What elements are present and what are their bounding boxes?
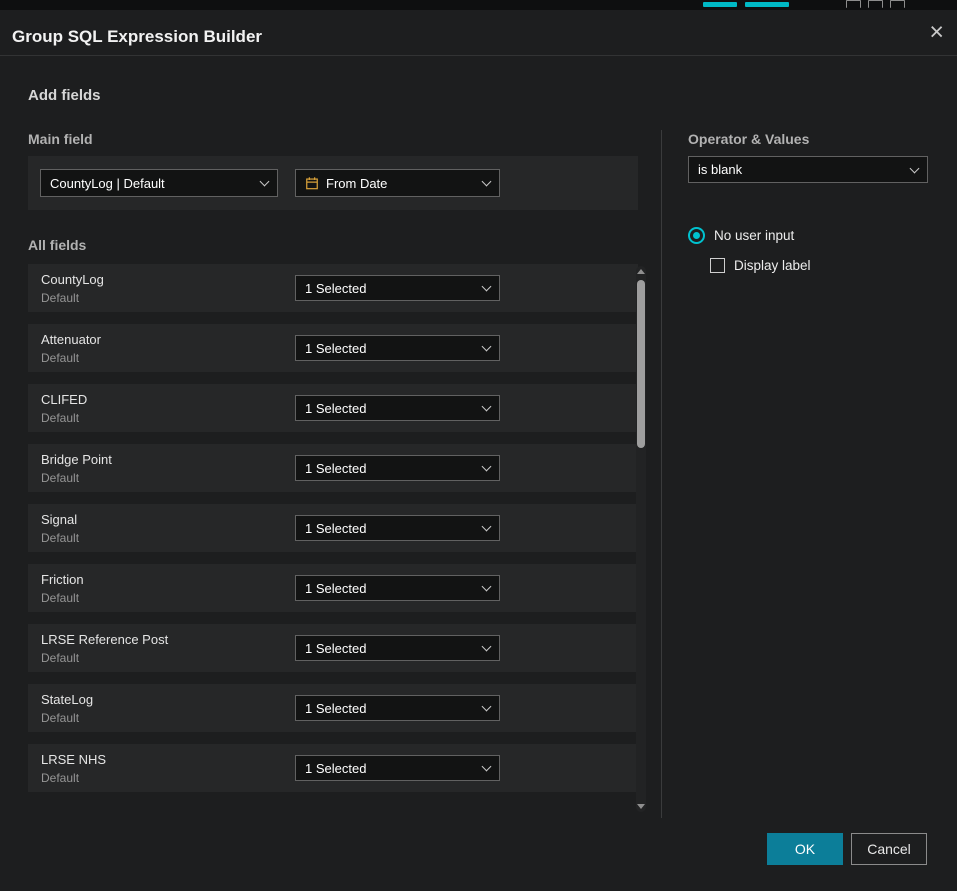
field-subtitle: Default	[41, 411, 79, 425]
field-select-dropdown[interactable]: 1 Selected	[295, 515, 500, 541]
field-select-dropdown[interactable]: 1 Selected	[295, 635, 500, 661]
field-name: Friction	[41, 572, 84, 587]
scroll-down-arrow-icon[interactable]	[637, 804, 645, 809]
scrollbar-thumb[interactable]	[637, 280, 645, 448]
chevron-down-icon	[482, 762, 492, 772]
ok-button[interactable]: OK	[767, 833, 843, 865]
field-row: CLIFED Default 1 Selected	[28, 384, 638, 432]
field-row: Signal Default 1 Selected	[28, 504, 638, 552]
field-name: LRSE Reference Post	[41, 632, 168, 647]
field-subtitle: Default	[41, 471, 79, 485]
main-field-panel: CountyLog | Default From Date	[28, 156, 638, 210]
no-user-input-label[interactable]: No user input	[714, 228, 794, 243]
scrollbar[interactable]	[636, 266, 646, 812]
field-select-dropdown[interactable]: 1 Selected	[295, 395, 500, 421]
field-name: CLIFED	[41, 392, 87, 407]
field-select-dropdown[interactable]: 1 Selected	[295, 275, 500, 301]
field-select-dropdown[interactable]: 1 Selected	[295, 695, 500, 721]
cancel-button[interactable]: Cancel	[851, 833, 927, 865]
operator-dropdown[interactable]: is blank	[688, 156, 928, 183]
dialog-title: Group SQL Expression Builder	[12, 27, 262, 47]
no-user-input-radio[interactable]	[688, 227, 705, 244]
field-select-dropdown[interactable]: 1 Selected	[295, 755, 500, 781]
app-background: Group SQL Expression Builder × Add field…	[0, 0, 957, 891]
background-icon-fragment	[868, 0, 883, 8]
display-label-checkbox[interactable]	[710, 258, 725, 273]
dropdown-value: 1 Selected	[305, 341, 366, 356]
chevron-down-icon	[482, 702, 492, 712]
field-select-dropdown[interactable]: 1 Selected	[295, 455, 500, 481]
dropdown-value: From Date	[326, 176, 387, 191]
background-text-fragment	[745, 2, 789, 7]
dropdown-value: 1 Selected	[305, 581, 366, 596]
dropdown-value: 1 Selected	[305, 401, 366, 416]
dropdown-left: From Date	[305, 176, 387, 191]
field-subtitle: Default	[41, 651, 79, 665]
background-icon-fragment	[846, 0, 861, 8]
group-sql-expression-builder-dialog: Group SQL Expression Builder × Add field…	[0, 10, 957, 891]
chevron-down-icon	[482, 177, 492, 187]
header-divider	[0, 55, 957, 56]
all-fields-label: All fields	[28, 237, 86, 253]
field-select-dropdown[interactable]: 1 Selected	[295, 335, 500, 361]
display-label-option: Display label	[710, 258, 811, 273]
field-subtitle: Default	[41, 711, 79, 725]
field-subtitle: Default	[41, 531, 79, 545]
chevron-down-icon	[482, 642, 492, 652]
field-row: LRSE NHS Default 1 Selected	[28, 744, 638, 792]
field-subtitle: Default	[41, 591, 79, 605]
chevron-down-icon	[482, 402, 492, 412]
add-fields-heading: Add fields	[28, 87, 101, 104]
dropdown-value: 1 Selected	[305, 761, 366, 776]
operator-values-label: Operator & Values	[688, 131, 809, 147]
chevron-down-icon	[482, 462, 492, 472]
all-fields-list: CountyLog Default 1 Selected Attenuator …	[28, 264, 638, 804]
chevron-down-icon	[910, 163, 920, 173]
background-icon-fragment	[890, 0, 905, 8]
main-source-dropdown[interactable]: CountyLog | Default	[40, 169, 278, 197]
field-row: StateLog Default 1 Selected	[28, 684, 638, 732]
chevron-down-icon	[482, 342, 492, 352]
field-row: Friction Default 1 Selected	[28, 564, 638, 612]
field-row: Attenuator Default 1 Selected	[28, 324, 638, 372]
field-row: LRSE Reference Post Default 1 Selected	[28, 624, 638, 672]
dropdown-value: is blank	[698, 162, 742, 177]
field-subtitle: Default	[41, 351, 79, 365]
no-user-input-option: No user input	[688, 227, 794, 244]
field-select-dropdown[interactable]: 1 Selected	[295, 575, 500, 601]
field-name: Attenuator	[41, 332, 101, 347]
field-name: Bridge Point	[41, 452, 112, 467]
field-name: LRSE NHS	[41, 752, 106, 767]
calendar-icon	[305, 176, 319, 190]
field-name: CountyLog	[41, 272, 104, 287]
field-subtitle: Default	[41, 771, 79, 785]
dropdown-value: CountyLog | Default	[50, 176, 165, 191]
field-row: Bridge Point Default 1 Selected	[28, 444, 638, 492]
display-label-text[interactable]: Display label	[734, 258, 811, 273]
field-name: Signal	[41, 512, 77, 527]
dropdown-value: 1 Selected	[305, 701, 366, 716]
scroll-up-arrow-icon[interactable]	[637, 269, 645, 274]
field-subtitle: Default	[41, 291, 79, 305]
chevron-down-icon	[482, 282, 492, 292]
dialog-footer: OK Cancel	[767, 833, 927, 865]
background-text-fragment	[703, 2, 737, 7]
chevron-down-icon	[482, 582, 492, 592]
close-icon[interactable]: ×	[929, 20, 944, 45]
chevron-down-icon	[482, 522, 492, 532]
column-divider	[661, 130, 662, 818]
main-field-label: Main field	[28, 131, 93, 147]
dropdown-value: 1 Selected	[305, 281, 366, 296]
dropdown-value: 1 Selected	[305, 641, 366, 656]
field-row: CountyLog Default 1 Selected	[28, 264, 638, 312]
dropdown-value: 1 Selected	[305, 521, 366, 536]
main-field-dropdown[interactable]: From Date	[295, 169, 500, 197]
field-name: StateLog	[41, 692, 93, 707]
chevron-down-icon	[260, 177, 270, 187]
dropdown-value: 1 Selected	[305, 461, 366, 476]
